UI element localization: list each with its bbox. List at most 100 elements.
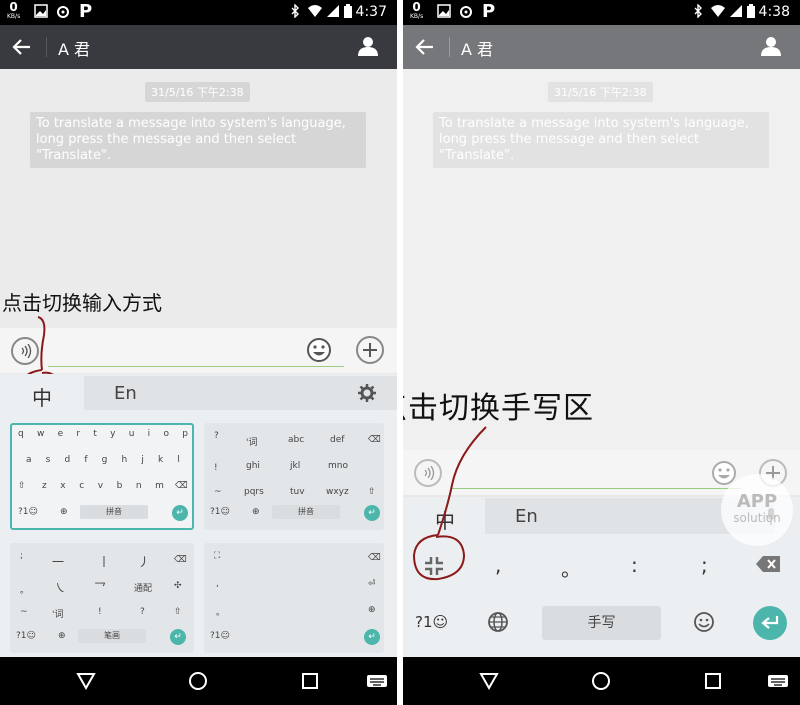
key: t [93,429,97,439]
key: d [64,455,71,465]
key: z [42,481,47,491]
enter-icon: ↵ [364,505,380,521]
parking-icon: P [482,1,496,22]
backspace-icon[interactable] [755,555,781,573]
message-input-field[interactable] [48,366,344,367]
status-bar: 0 KB/s P 4:37 [0,0,397,25]
layout-picker: qwertyuiop asdfghjkl ⇧ zxcvbnm ⌫ ?1☺ ⊕ 拼… [0,412,397,657]
network-speed: 0 KB/s [7,0,21,20]
key: u [128,429,135,439]
globe-icon: ⊕ [368,605,376,615]
back-arrow-icon[interactable] [415,37,435,57]
image-icon [34,4,48,18]
sync-icon [57,6,69,18]
gear-icon[interactable] [358,384,376,402]
key: r [76,429,81,439]
key: ! [214,463,218,473]
enter-arrow-icon: ⏎ [368,579,376,589]
enter-icon: ↵ [364,629,380,645]
key: f [84,455,88,465]
key: 丿 [138,555,151,569]
semicolon-key[interactable]: ; [701,553,708,577]
wifi-icon [711,5,725,17]
shift-icon: ⇧ [174,607,182,617]
wifi-icon [308,5,322,17]
symbols-key: ?1☺ [16,631,36,641]
keyboard-icon[interactable] [767,671,789,691]
backspace-icon: ⌫ [368,435,381,445]
back-triangle-icon[interactable] [76,671,96,691]
key: h [121,455,128,465]
message-timestamp: 31/5/16 下午2:38 [145,82,250,102]
key: 。 [20,586,30,596]
key: ghi [246,461,260,471]
key: abc [288,435,305,445]
colon-key[interactable]: : [631,553,638,577]
appbar-divider [46,37,47,57]
emoji-icon[interactable] [306,337,332,363]
collapse-icon: ⛶ [214,551,221,561]
cursor-icon: ✣ [174,581,182,591]
key: jkl [290,461,301,471]
status-bar: 0 KB/s P 4:38 [403,0,800,25]
key: '词 [52,610,64,620]
key: ? [140,607,145,617]
backspace-icon: ⌫ [368,553,381,563]
key: q [18,429,24,439]
back-arrow-icon[interactable] [12,37,32,57]
recents-square-icon[interactable] [703,671,723,691]
add-attachment-button[interactable] [356,336,384,364]
system-message: To translate a message into system's lan… [433,112,769,168]
globe-icon[interactable] [487,611,509,633]
layout-option-handwrite[interactable]: ⛶ , 。 ⌫ ⏎ ⊕ ?1☺ ↵ [204,543,384,653]
globe-icon: ⊕ [58,631,66,641]
key: g [101,455,108,465]
key: ~ [214,487,222,497]
key: ! [98,607,102,617]
home-circle-icon[interactable] [591,671,611,691]
message-input-field[interactable] [451,488,741,489]
globe-icon: ⊕ [60,507,68,517]
user-profile-icon[interactable] [760,35,782,57]
qwerty-row2: asdfghjkl [26,455,180,465]
layout-option-qwerty[interactable]: q w e r t y u i o p a s d f g h j k l ⇧ z x c v b n m ⌫ ?1☺ ⊕ 拼… [10,423,194,530]
user-profile-icon[interactable] [357,35,379,57]
backspace-icon: ⌫ [174,555,187,565]
enter-icon: ↵ [172,505,188,521]
qwerty-row3: zxcvbnm [42,481,164,491]
appbar-divider [449,37,450,57]
key: , [216,579,219,589]
annotation-switch-input-method: 点击切换输入方式 [2,291,162,315]
key: 乛 [94,581,107,595]
key: c [79,481,85,491]
period-key[interactable]: 。 [561,553,581,582]
key: i [147,429,151,439]
layout-option-t9[interactable]: ? ! ~ '词 abc def ghi jkl mno pqrs tuv wx… [204,423,384,530]
back-triangle-icon[interactable] [479,671,499,691]
emoji-key-icon[interactable] [693,611,715,633]
key: ~ [20,607,28,617]
plus-icon [363,343,377,357]
key: j [141,455,144,465]
key: '词 [246,438,258,448]
battery-icon [747,4,755,18]
enter-button[interactable] [753,606,787,640]
layout-option-stroke[interactable]: ; 。 ~ 一 丨 丿 ㇏ 乛 通配 '词 ! ? ⌫ ✣ ⇧ ?1☺ ⊕ 笔画… [10,543,194,653]
space-key[interactable]: 手写 [542,606,661,640]
keyboard-icon[interactable] [366,671,388,691]
screenshot-root: 0 KB/s P 4:37 A 君 31/5/16 下午2:38 To trans… [0,0,800,705]
key: wxyz [326,487,349,497]
comma-key[interactable]: , [495,553,501,577]
chat-app-bar: A 君 [0,25,397,69]
network-speed: 0 KB/s [410,0,424,20]
key: l [177,455,180,465]
key: tuv [290,487,305,497]
signal-icon [327,5,339,17]
symbols-key[interactable]: ?1☺ [415,613,448,631]
ime-chinese-mode[interactable]: 中 [32,382,52,411]
space-key: 拼音 [80,505,148,519]
recents-square-icon[interactable] [300,671,320,691]
battery-icon [344,4,352,18]
ime-english-candidate[interactable]: En [84,376,397,410]
home-circle-icon[interactable] [188,671,208,691]
